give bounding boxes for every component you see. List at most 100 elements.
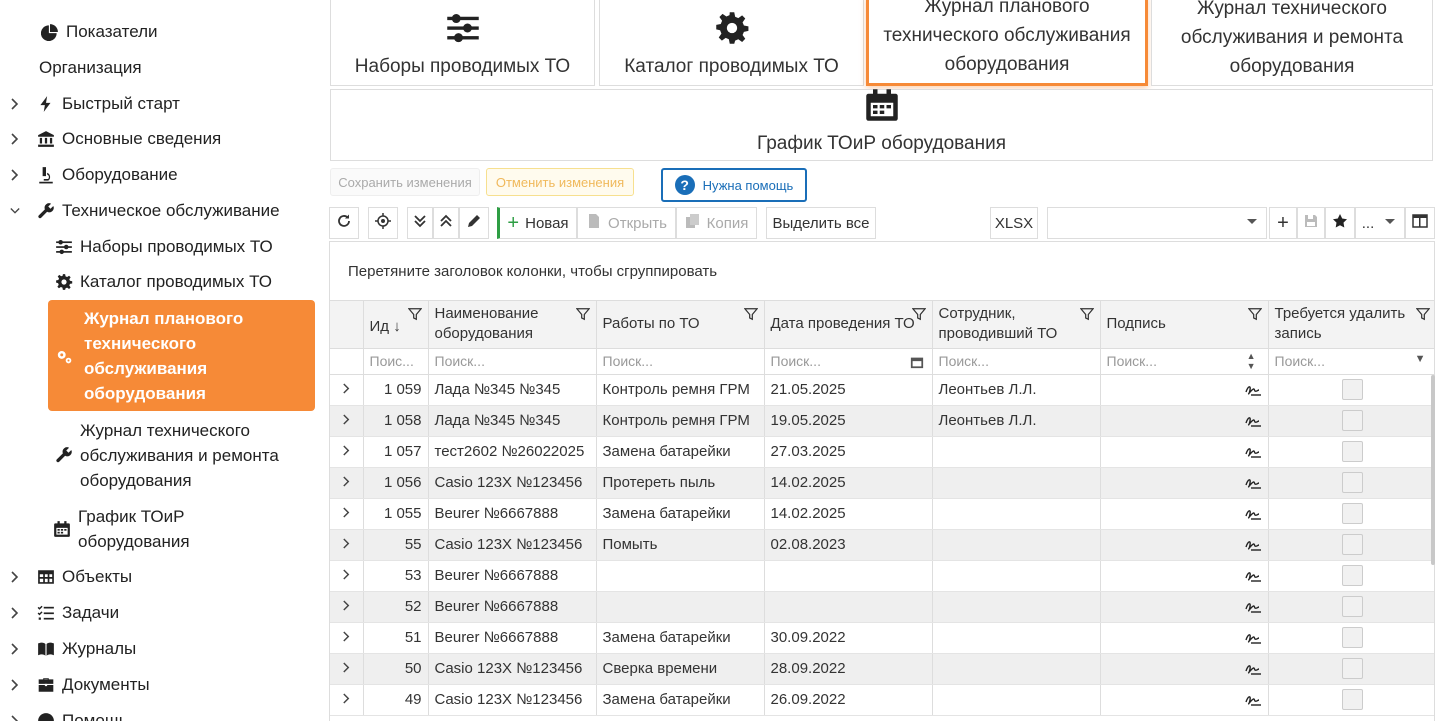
header-equipment-name[interactable]: Наименование оборудования xyxy=(428,301,597,349)
cell-id[interactable]: 1 055 xyxy=(363,498,429,530)
cell-signature[interactable] xyxy=(1100,529,1269,561)
cell-signature[interactable] xyxy=(1100,684,1269,716)
more-options-button[interactable]: ... xyxy=(1355,207,1405,239)
cell-maintenance-date[interactable]: 14.02.2025 xyxy=(764,498,933,530)
cell-maintenance-work[interactable]: Сверка времени xyxy=(596,653,765,685)
chevron-right-icon[interactable] xyxy=(8,168,22,182)
cell-signature[interactable] xyxy=(1100,436,1269,468)
sidebar-item-maintenance-repair-journal[interactable]: Журнал технического обслуживания и ремон… xyxy=(54,417,310,493)
tile-maintenance-sets[interactable]: Наборы проводимых ТО xyxy=(330,0,595,86)
column-chooser-button[interactable] xyxy=(1405,207,1435,239)
row-expand-chevron[interactable] xyxy=(330,684,364,716)
chevron-right-icon[interactable] xyxy=(8,678,22,692)
cell-employee[interactable] xyxy=(932,436,1101,468)
collapse-all-button[interactable] xyxy=(433,207,459,239)
header-maintenance-date[interactable]: Дата проведения ТО xyxy=(764,301,933,349)
sidebar-item-maintenance-schedule[interactable]: График ТОиР оборудования xyxy=(52,503,238,555)
chevron-right-icon[interactable] xyxy=(8,132,22,146)
sidebar-item-help[interactable]: Помощь xyxy=(0,704,128,721)
cell-employee[interactable] xyxy=(932,560,1101,592)
cell-maintenance-work[interactable]: Контроль ремня ГРМ xyxy=(596,405,765,437)
cell-signature[interactable] xyxy=(1100,498,1269,530)
cell-id[interactable]: 55 xyxy=(363,529,429,561)
cell-id[interactable]: 53 xyxy=(363,560,429,592)
cell-signature[interactable] xyxy=(1100,653,1269,685)
delete-required-checkbox[interactable] xyxy=(1341,658,1363,679)
sidebar-item-maintenance-catalog[interactable]: Каталог проводимых ТО xyxy=(54,265,272,299)
cell-equipment-name[interactable]: Beurer №6667888 xyxy=(428,591,597,623)
filter-id-input[interactable]: Поис... xyxy=(363,348,429,375)
help-button[interactable]: ? Нужна помощь xyxy=(661,168,807,202)
cell-maintenance-work[interactable]: Замена батарейки xyxy=(596,622,765,654)
chevron-right-icon[interactable] xyxy=(8,642,22,656)
table-row[interactable]: 1 058 Лада №345 №345 Контроль ремня ГРМ … xyxy=(330,405,1434,437)
table-row[interactable]: 1 057 тест2602 №26022025 Замена батарейк… xyxy=(330,436,1434,468)
delete-required-checkbox[interactable] xyxy=(1341,627,1363,648)
cell-id[interactable]: 1 057 xyxy=(363,436,429,468)
cell-maintenance-work[interactable]: Контроль ремня ГРМ xyxy=(596,374,765,406)
table-row[interactable]: 52 Beurer №6667888 xyxy=(330,591,1434,623)
row-expand-chevron[interactable] xyxy=(330,405,364,437)
delete-required-checkbox[interactable] xyxy=(1341,565,1363,586)
delete-required-checkbox[interactable] xyxy=(1341,534,1363,555)
cell-equipment-name[interactable]: Лада №345 №345 xyxy=(428,405,597,437)
tile-maintenance-schedule[interactable]: График ТОиР оборудования xyxy=(330,89,1433,161)
sidebar-item-basic-info[interactable]: Основные сведения xyxy=(0,122,221,156)
row-expand-chevron[interactable] xyxy=(330,436,364,468)
filter-icon[interactable] xyxy=(743,307,758,321)
sidebar-item-documents[interactable]: Документы xyxy=(0,668,150,702)
tile-maintenance-repair-journal[interactable]: Журнал технического обслуживания и ремон… xyxy=(1151,0,1433,86)
cell-id[interactable]: 1 059 xyxy=(363,374,429,406)
cell-equipment-name[interactable]: Beurer №6667888 xyxy=(428,560,597,592)
chevron-right-icon[interactable] xyxy=(8,97,22,111)
row-expand-chevron[interactable] xyxy=(330,560,364,592)
cell-maintenance-work[interactable]: Замена батарейки xyxy=(596,684,765,716)
cell-employee[interactable] xyxy=(932,591,1101,623)
cell-signature[interactable] xyxy=(1100,405,1269,437)
cell-employee[interactable] xyxy=(932,529,1101,561)
table-row[interactable]: 51 Beurer №6667888 Замена батарейки 30.0… xyxy=(330,622,1434,654)
filter-work-input[interactable]: Поиск... xyxy=(596,348,765,375)
sidebar-item-organization[interactable]: Организация xyxy=(39,51,142,85)
chevron-right-icon[interactable] xyxy=(8,714,22,721)
cell-employee[interactable] xyxy=(932,684,1101,716)
sidebar-item-maintenance[interactable]: Техническое обслуживание xyxy=(0,194,280,228)
group-panel[interactable]: Перетяните заголовок колонки, чтобы сгру… xyxy=(330,242,1434,301)
cell-equipment-name[interactable]: Beurer №6667888 xyxy=(428,622,597,654)
table-row[interactable]: 1 059 Лада №345 №345 Контроль ремня ГРМ … xyxy=(330,374,1434,406)
cell-maintenance-date[interactable] xyxy=(764,591,933,623)
header-id[interactable]: Ид ↓ xyxy=(363,301,429,349)
cell-employee[interactable] xyxy=(932,467,1101,499)
cell-id[interactable]: 49 xyxy=(363,684,429,716)
filter-date-input[interactable]: Поиск... xyxy=(764,348,933,375)
filter-signature-input[interactable]: Поиск... ▲ ▼ xyxy=(1100,348,1269,375)
cell-id[interactable]: 1 056 xyxy=(363,467,429,499)
row-expand-chevron[interactable] xyxy=(330,467,364,499)
cancel-changes-button[interactable]: Отменить изменения xyxy=(486,168,634,196)
cell-employee[interactable] xyxy=(932,622,1101,654)
caret-down-icon[interactable]: ▼ xyxy=(1415,353,1426,365)
cell-employee[interactable]: Леонтьев Л.Л. xyxy=(932,405,1101,437)
delete-required-checkbox[interactable] xyxy=(1341,472,1363,493)
row-expand-chevron[interactable] xyxy=(330,529,364,561)
tile-maintenance-catalog[interactable]: Каталог проводимых ТО xyxy=(599,0,864,86)
save-view-button[interactable] xyxy=(1297,207,1325,239)
sidebar-item-planned-maintenance-journal[interactable]: Журнал планового технического обслуживан… xyxy=(48,300,315,411)
sidebar-item-equipment[interactable]: Оборудование xyxy=(0,158,178,192)
cell-equipment-name[interactable]: Лада №345 №345 xyxy=(428,374,597,406)
sidebar-item-quick-start[interactable]: Быстрый старт xyxy=(0,87,180,121)
filter-employee-input[interactable]: Поиск... xyxy=(932,348,1101,375)
locate-button[interactable] xyxy=(368,207,398,239)
filter-icon[interactable] xyxy=(1247,307,1262,321)
cell-maintenance-date[interactable]: 19.05.2025 xyxy=(764,405,933,437)
cell-equipment-name[interactable]: Casio 123X №123456 xyxy=(428,653,597,685)
filter-icon[interactable] xyxy=(575,307,590,321)
cell-employee[interactable]: Леонтьев Л.Л. xyxy=(932,374,1101,406)
cell-maintenance-date[interactable]: 02.08.2023 xyxy=(764,529,933,561)
cell-equipment-name[interactable]: Casio 123X №123456 xyxy=(428,529,597,561)
cell-signature[interactable] xyxy=(1100,622,1269,654)
cell-id[interactable]: 1 058 xyxy=(363,405,429,437)
sidebar-item-maintenance-sets[interactable]: Наборы проводимых ТО xyxy=(54,230,273,264)
filter-icon[interactable] xyxy=(1415,307,1430,321)
filter-name-input[interactable]: Поиск... xyxy=(428,348,597,375)
